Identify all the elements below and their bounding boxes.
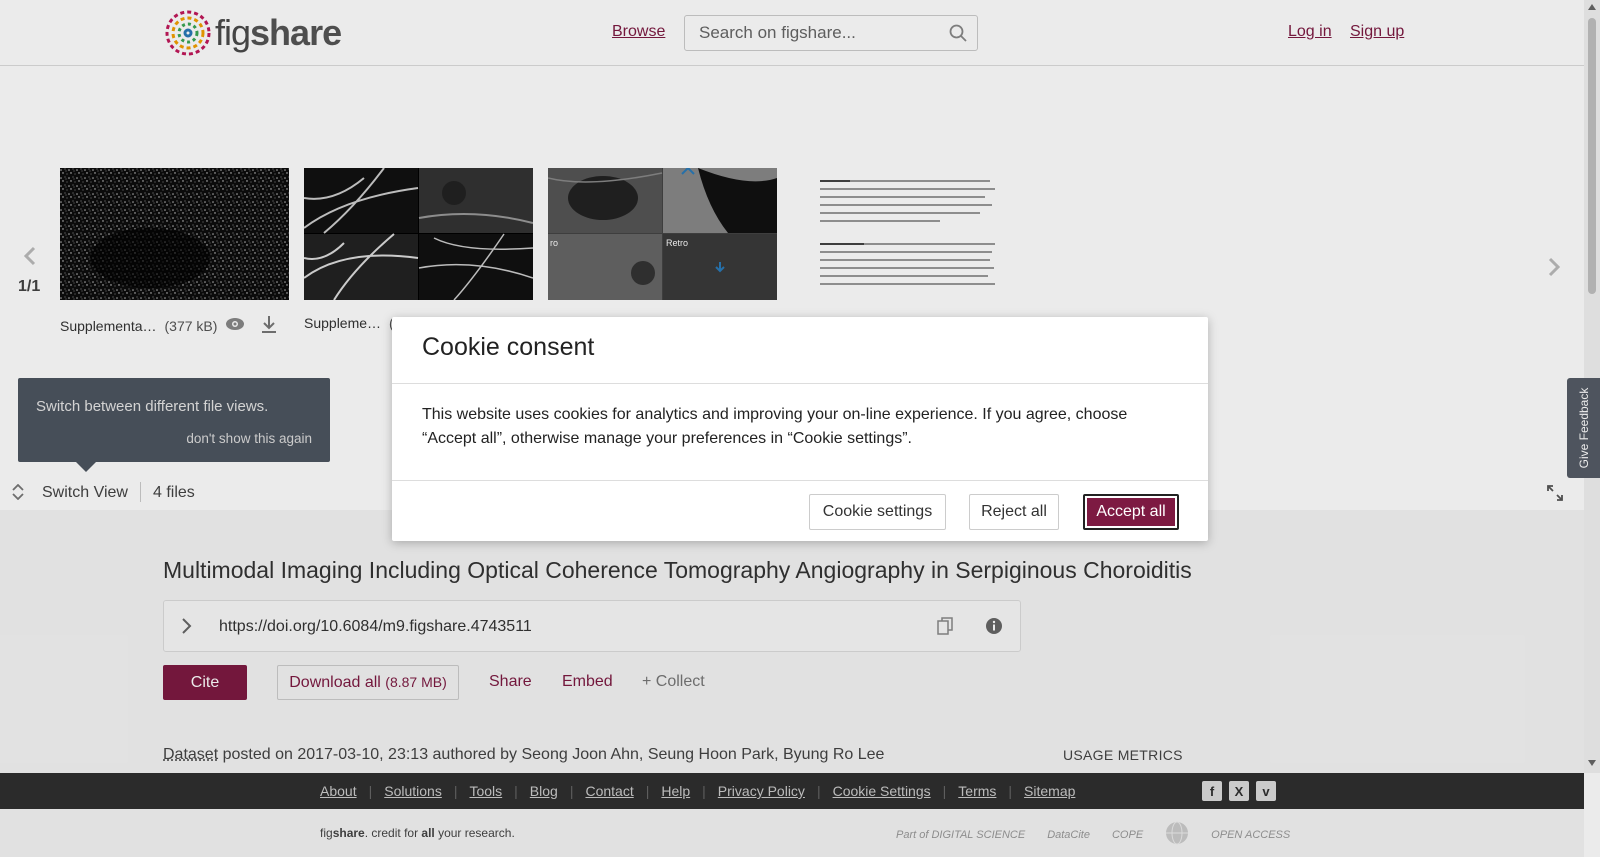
file-thumbnail-3[interactable]: ro Retro: [548, 168, 777, 300]
carousel-prev-icon[interactable]: [22, 246, 38, 271]
footer-links: About | Solutions | Tools | Blog | Contact | …: [320, 783, 1075, 799]
posted-text: posted on 2017-03-10, 23:13 authored by …: [218, 746, 885, 763]
embed-link[interactable]: Embed: [562, 673, 613, 691]
article-title: Multimodal Imaging Including Optical Coh…: [163, 557, 1192, 583]
digital-science-logo[interactable]: Part of DIGITAL SCIENCE: [896, 829, 1025, 841]
switch-view-tooltip: Switch between different file views. don…: [18, 378, 330, 472]
usage-metrics-heading: USAGE METRICS: [1063, 747, 1183, 763]
vimeo-icon[interactable]: v: [1256, 781, 1276, 801]
footer-link-tools[interactable]: Tools: [469, 783, 502, 799]
carousel-next-icon[interactable]: [1546, 257, 1562, 282]
doi-box: https://doi.org/10.6084/m9.figshare.4743…: [163, 600, 1021, 652]
cite-button[interactable]: Cite: [163, 665, 247, 700]
footer-link-contact[interactable]: Contact: [585, 783, 633, 799]
reject-all-button[interactable]: Reject all: [969, 494, 1059, 530]
tooltip-text: Switch between different file views.: [36, 398, 269, 415]
file-caption-2: Suppleme… (: [304, 315, 394, 331]
copy-icon[interactable]: [937, 617, 953, 640]
file-count: 4 files: [153, 484, 195, 501]
footer-nav: About | Solutions | Tools | Blog | Contact | …: [0, 773, 1584, 809]
divider: |: [514, 783, 518, 799]
site-header: figshare Browse Log in Sign up: [0, 0, 1584, 66]
modal-footer: Cookie settings Reject all Accept all: [392, 480, 1208, 541]
switch-view-icon[interactable]: [11, 483, 25, 505]
divider: [140, 482, 141, 502]
globe-logo-icon[interactable]: [1165, 821, 1189, 848]
file-thumbnail-2[interactable]: [304, 168, 533, 300]
divider: |: [453, 783, 458, 799]
divider: |: [816, 783, 821, 799]
divider: |: [368, 783, 373, 799]
footer-link-terms[interactable]: Terms: [958, 783, 996, 799]
download-icon[interactable]: [261, 315, 277, 336]
figshare-logo[interactable]: figshare: [163, 8, 342, 58]
cope-logo[interactable]: COPE: [1112, 829, 1143, 841]
footer-tagline: figshare. credit for all your research.: [320, 826, 515, 840]
footer-link-blog[interactable]: Blog: [530, 783, 558, 799]
divider: |: [645, 783, 650, 799]
footer-link-solutions[interactable]: Solutions: [384, 783, 442, 799]
datacite-logo[interactable]: DataCite: [1047, 829, 1090, 841]
scrollbar-thumb[interactable]: [1588, 18, 1596, 294]
search-input[interactable]: [685, 16, 935, 50]
file-thumbnail-1[interactable]: [60, 168, 289, 300]
doi-link[interactable]: https://doi.org/10.6084/m9.figshare.4743…: [219, 618, 532, 636]
partner-logos: Part of DIGITAL SCIENCE DataCite COPE OP…: [896, 821, 1290, 848]
fullscreen-icon[interactable]: [1547, 485, 1563, 506]
download-all-label: Download all: [289, 673, 381, 691]
login-link[interactable]: Log in: [1288, 23, 1332, 41]
file-caption-1: Supplementa… (377 kB): [60, 315, 277, 336]
scroll-up-icon[interactable]: [1588, 4, 1596, 10]
modal-title: Cookie consent: [422, 333, 595, 361]
thumb-label-retro: Retro: [666, 238, 688, 248]
signup-link[interactable]: Sign up: [1350, 23, 1404, 41]
open-access-logo[interactable]: OPEN ACCESS: [1211, 829, 1290, 841]
file-name[interactable]: Suppleme…: [304, 315, 381, 331]
search-box: [684, 15, 978, 51]
modal-header: Cookie consent: [392, 317, 1208, 384]
x-twitter-icon[interactable]: X: [1229, 781, 1249, 801]
divider: |: [942, 783, 947, 799]
footer-link-privacy[interactable]: Privacy Policy: [718, 783, 805, 799]
carousel-counter: 1/1: [18, 278, 41, 295]
download-size: (8.87 MB): [385, 673, 447, 690]
facebook-icon[interactable]: f: [1202, 781, 1222, 801]
footer-link-sitemap[interactable]: Sitemap: [1024, 783, 1075, 799]
give-feedback-tab[interactable]: Give Feedback: [1567, 378, 1600, 478]
divider: |: [1008, 783, 1013, 799]
download-all-button[interactable]: Download all (8.87 MB): [277, 665, 459, 700]
social-links: f X v: [1202, 781, 1276, 801]
divider: |: [569, 783, 574, 799]
file-name[interactable]: Supplementa…: [60, 318, 157, 334]
share-link[interactable]: Share: [489, 673, 532, 691]
tooltip-arrow: [76, 462, 96, 472]
file-size: (377 kB): [164, 317, 218, 334]
accept-all-button[interactable]: Accept all: [1083, 494, 1179, 530]
chevron-right-icon[interactable]: [180, 617, 192, 640]
file-thumbnail-4[interactable]: [792, 168, 1021, 300]
footer-link-cookie-settings[interactable]: Cookie Settings: [833, 783, 931, 799]
logo-text: figshare: [215, 12, 342, 53]
posted-info: Dataset posted on 2017-03-10, 23:13 auth…: [163, 746, 884, 764]
footer-link-help[interactable]: Help: [661, 783, 690, 799]
divider: |: [702, 783, 706, 799]
collect-link[interactable]: + Collect: [642, 673, 705, 691]
modal-body-text: This website uses cookies for analytics …: [422, 406, 1128, 447]
preview-eye-icon[interactable]: [225, 317, 245, 334]
figshare-logo-icon: [165, 10, 211, 56]
cookie-consent-dialog: Cookie consent This website uses cookies…: [392, 317, 1208, 541]
dataset-type-link[interactable]: Dataset: [163, 746, 218, 763]
footer-link-about[interactable]: About: [320, 783, 357, 799]
cookie-settings-button[interactable]: Cookie settings: [809, 494, 946, 530]
tooltip-dismiss-link[interactable]: don't show this again: [186, 431, 312, 446]
search-icon[interactable]: [949, 24, 967, 47]
switch-view-button[interactable]: Switch View: [42, 484, 128, 502]
info-icon[interactable]: [985, 617, 1003, 640]
thumb-label-ro: ro: [550, 238, 558, 248]
browse-link[interactable]: Browse: [612, 23, 665, 41]
scroll-down-icon[interactable]: [1588, 760, 1596, 766]
footer-bottom: figshare. credit for all your research. …: [0, 809, 1584, 857]
